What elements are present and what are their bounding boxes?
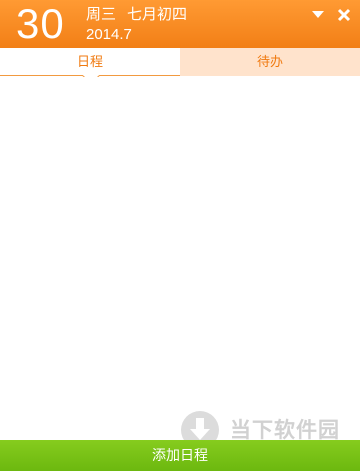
add-schedule-button[interactable]: 添加日程 [0,440,360,471]
close-button[interactable] [336,8,352,22]
close-icon [337,8,351,22]
tab-bar: 日程 待办 [0,48,360,84]
dropdown-button[interactable] [310,8,326,22]
schedule-list-area [0,77,360,437]
year-month-label: 2014.7 [86,26,132,43]
tab-todo[interactable]: 待办 [180,48,360,76]
lunar-date-label: 七月初四 [127,6,188,23]
watermark: 当下软件园 [180,410,350,449]
header-bar: 30 周三 七月初四 2014.7 [0,0,360,48]
triangle-down-icon [312,11,324,18]
day-number: 30 [16,0,65,47]
tab-schedule[interactable]: 日程 [0,48,180,76]
weekday-label: 周三 [86,6,117,23]
